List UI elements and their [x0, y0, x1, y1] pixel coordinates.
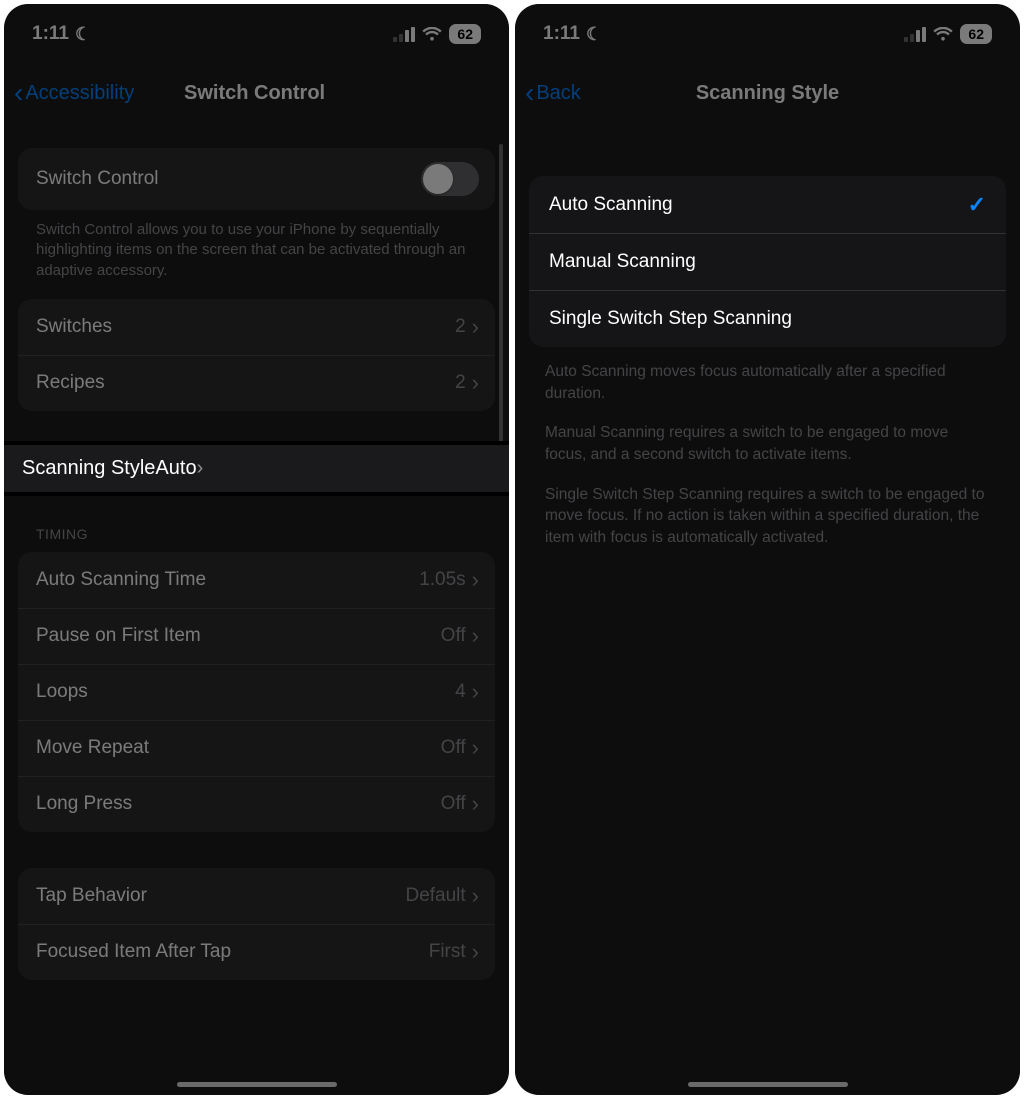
back-label: Accessibility: [25, 82, 134, 105]
row-value: 2: [455, 316, 472, 338]
option-manual-scanning[interactable]: Manual Scanning: [529, 233, 1006, 290]
row-value: Default: [405, 885, 471, 907]
chevron-left-icon: ‹: [525, 85, 534, 102]
row-value: Auto: [155, 457, 196, 480]
chevron-right-icon: ›: [197, 457, 204, 480]
navigation-bar: ‹ Accessibility Switch Control: [4, 64, 509, 122]
switches-group: Switches 2 › Recipes 2 ›: [18, 299, 495, 411]
tap-group: Tap Behavior Default › Focused Item Afte…: [18, 868, 495, 980]
row-value: Off: [441, 793, 472, 815]
chevron-right-icon: ›: [472, 370, 479, 396]
row-label: Scanning Style: [22, 457, 155, 480]
row-label: Recipes: [36, 372, 455, 394]
row-value: 2: [455, 372, 472, 394]
option-auto-scanning[interactable]: Auto Scanning ✓: [529, 176, 1006, 233]
chevron-right-icon: ›: [472, 791, 479, 817]
chevron-right-icon: ›: [472, 314, 479, 340]
focused-item-after-tap-row[interactable]: Focused Item After Tap First ›: [18, 924, 495, 980]
back-label: Back: [536, 82, 580, 105]
cellular-signal-icon: [393, 27, 415, 42]
chevron-right-icon: ›: [472, 735, 479, 761]
timing-group: Auto Scanning Time 1.05s › Pause on Firs…: [18, 552, 495, 832]
do-not-disturb-icon: ☾: [586, 24, 602, 45]
chevron-right-icon: ›: [472, 679, 479, 705]
chevron-left-icon: ‹: [14, 85, 23, 102]
switch-control-toggle[interactable]: [421, 162, 479, 196]
scanning-style-options: Auto Scanning ✓ Manual Scanning Single S…: [529, 176, 1006, 347]
cellular-signal-icon: [904, 27, 926, 42]
option-label: Manual Scanning: [549, 251, 986, 273]
recipes-row[interactable]: Recipes 2 ›: [18, 355, 495, 411]
checkmark-icon: ✓: [968, 192, 986, 218]
row-value: 1.05s: [419, 569, 471, 591]
row-label: Pause on First Item: [36, 625, 441, 647]
row-label: Focused Item After Tap: [36, 941, 429, 963]
long-press-row[interactable]: Long Press Off ›: [18, 776, 495, 832]
chevron-right-icon: ›: [472, 883, 479, 909]
option-single-switch-step-scanning[interactable]: Single Switch Step Scanning: [529, 290, 1006, 347]
pause-first-item-row[interactable]: Pause on First Item Off ›: [18, 608, 495, 664]
back-button[interactable]: ‹ Accessibility: [14, 82, 134, 105]
row-label: Tap Behavior: [36, 885, 405, 907]
row-value: 4: [455, 681, 472, 703]
auto-scanning-description: Auto Scanning moves focus automatically …: [515, 347, 1020, 404]
wifi-icon: [422, 27, 442, 42]
chevron-right-icon: ›: [472, 567, 479, 593]
option-label: Auto Scanning: [549, 194, 968, 216]
status-time: 1:11: [543, 23, 580, 45]
status-time: 1:11: [32, 23, 69, 45]
move-repeat-row[interactable]: Move Repeat Off ›: [18, 720, 495, 776]
row-label: Loops: [36, 681, 455, 703]
row-value: First: [429, 941, 472, 963]
row-value: Off: [441, 625, 472, 647]
switches-row[interactable]: Switches 2 ›: [18, 299, 495, 355]
chevron-right-icon: ›: [472, 623, 479, 649]
tap-behavior-row[interactable]: Tap Behavior Default ›: [18, 868, 495, 924]
battery-indicator: 62: [960, 24, 992, 44]
home-indicator[interactable]: [177, 1082, 337, 1087]
home-indicator[interactable]: [688, 1082, 848, 1087]
manual-scanning-description: Manual Scanning requires a switch to be …: [515, 404, 1020, 465]
row-label: Switches: [36, 316, 455, 338]
row-label: Long Press: [36, 793, 441, 815]
switch-control-toggle-row[interactable]: Switch Control: [18, 148, 495, 210]
status-bar: 1:11 ☾ 62: [515, 4, 1020, 64]
battery-indicator: 62: [449, 24, 481, 44]
scanning-style-row[interactable]: Scanning Style Auto ›: [4, 441, 509, 496]
page-title: Scanning Style: [515, 82, 1020, 105]
chevron-right-icon: ›: [472, 939, 479, 965]
navigation-bar: ‹ Back Scanning Style: [515, 64, 1020, 122]
status-bar: 1:11 ☾ 62: [4, 4, 509, 64]
switch-control-description: Switch Control allows you to use your iP…: [18, 210, 495, 281]
row-label: Move Repeat: [36, 737, 441, 759]
option-label: Single Switch Step Scanning: [549, 308, 986, 330]
loops-row[interactable]: Loops 4 ›: [18, 664, 495, 720]
switch-control-group: Switch Control: [18, 148, 495, 210]
do-not-disturb-icon: ☾: [75, 24, 91, 45]
back-button[interactable]: ‹ Back: [525, 82, 581, 105]
auto-scanning-time-row[interactable]: Auto Scanning Time 1.05s ›: [18, 552, 495, 608]
single-switch-description: Single Switch Step Scanning requires a s…: [515, 466, 1020, 549]
row-label: Switch Control: [36, 168, 421, 190]
timing-header: TIMING: [18, 496, 495, 548]
row-value: Off: [441, 737, 472, 759]
wifi-icon: [933, 27, 953, 42]
row-label: Auto Scanning Time: [36, 569, 419, 591]
